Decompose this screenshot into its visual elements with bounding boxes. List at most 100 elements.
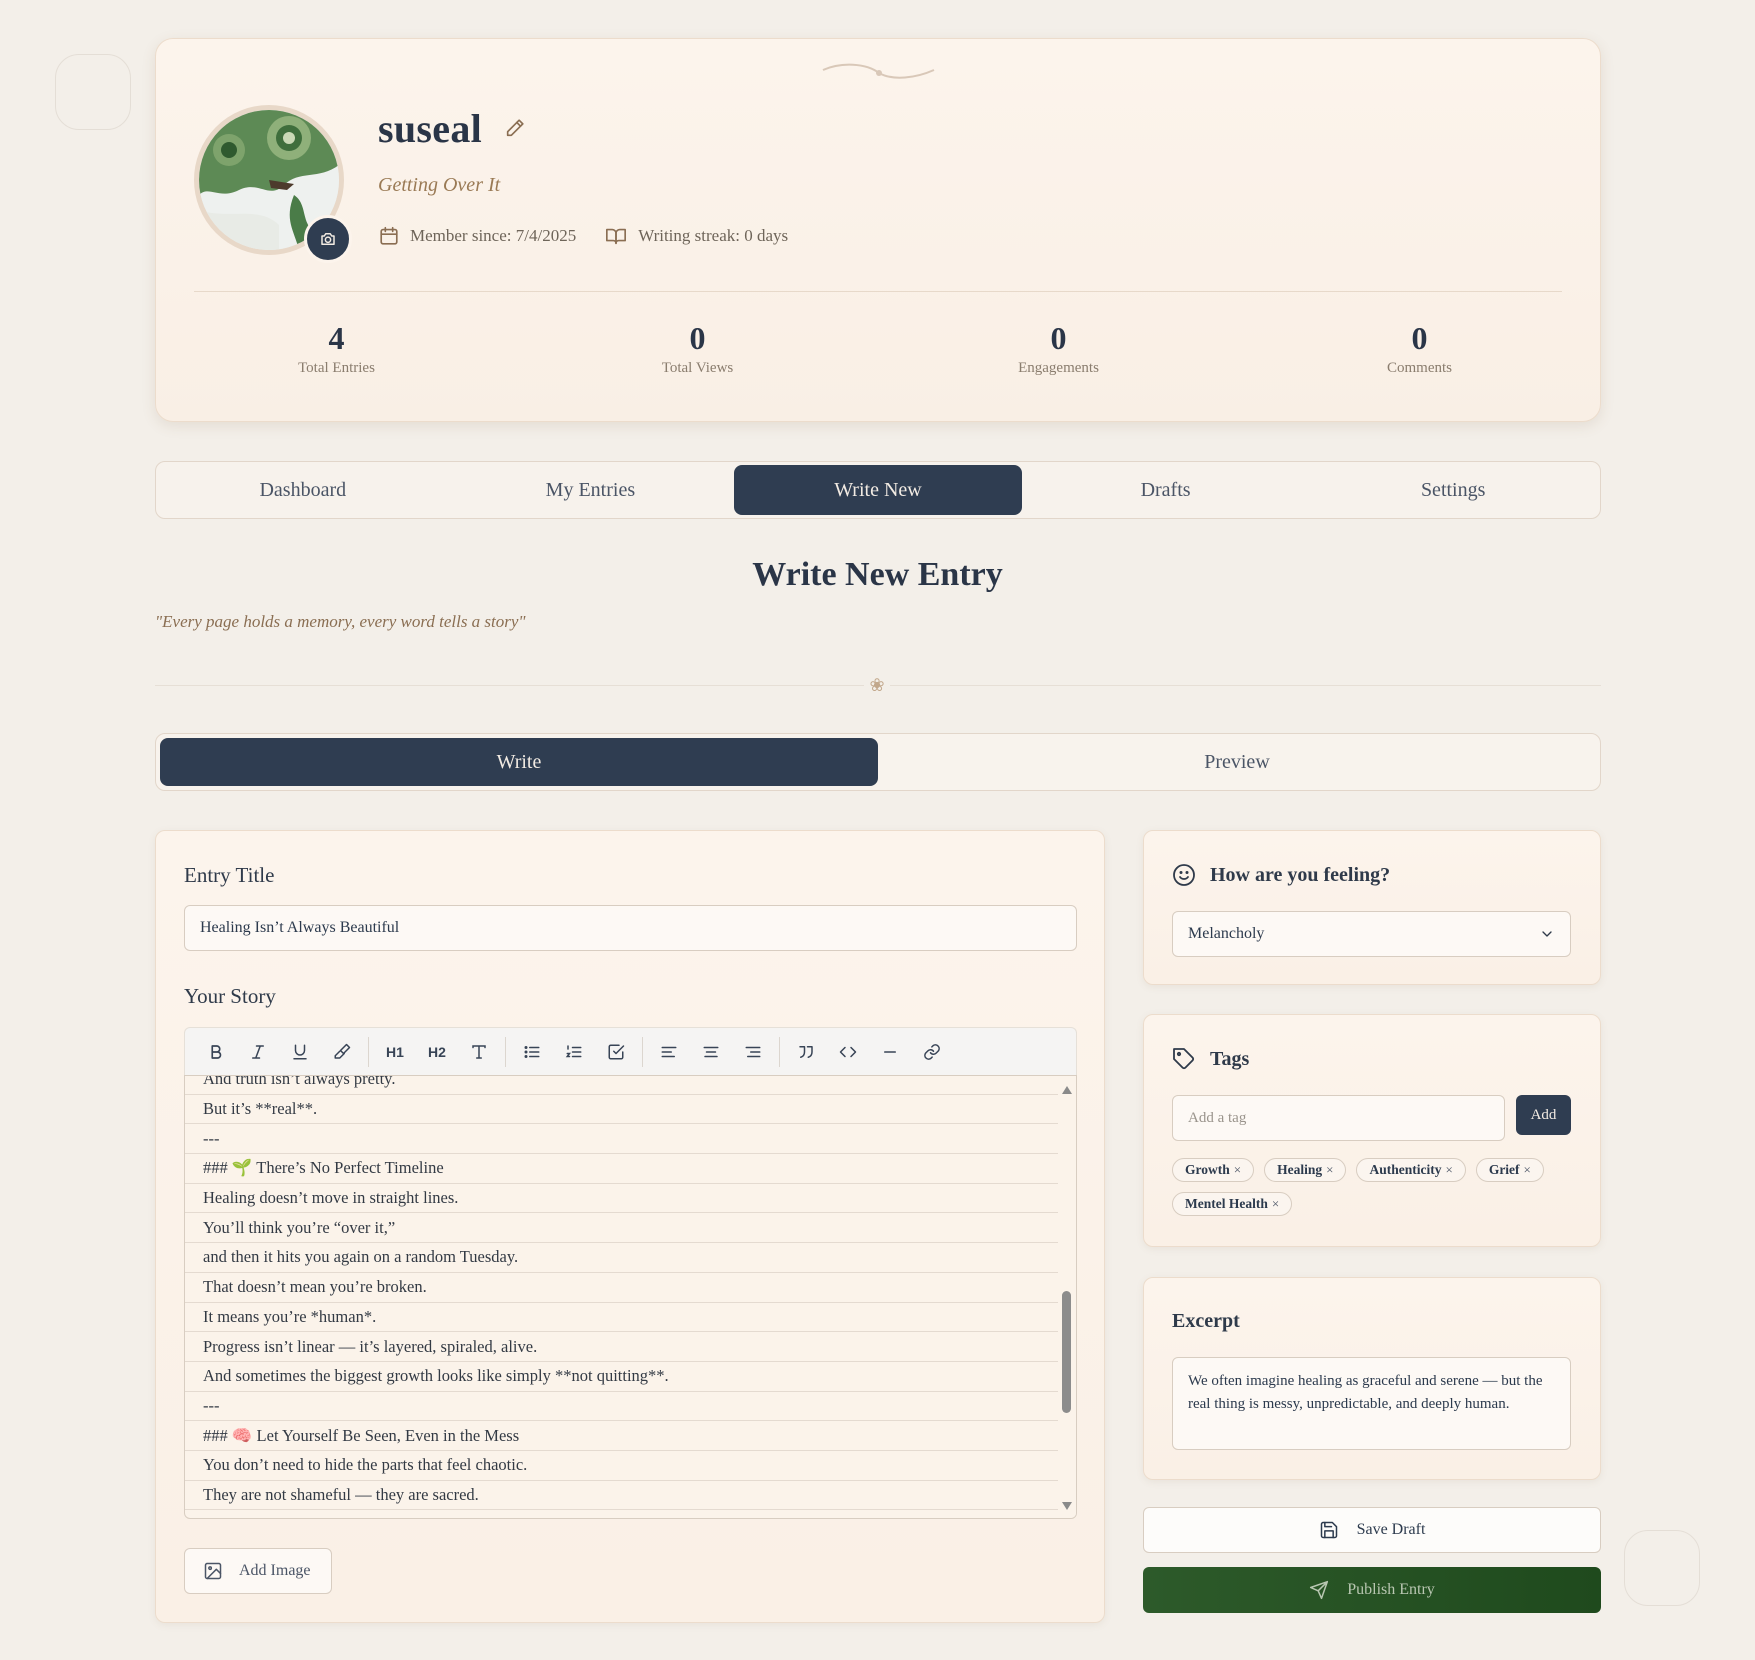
- publish-entry-button[interactable]: Publish Entry: [1143, 1567, 1601, 1613]
- profile-meta: Member since: 7/4/2025 Writing streak: 0…: [378, 225, 816, 247]
- open-book-icon: [606, 228, 627, 245]
- story-line: and then it hits you again on a random T…: [185, 1243, 1058, 1273]
- calendar-icon: [380, 226, 398, 245]
- checkbox-icon: [608, 1044, 625, 1059]
- align-center-button[interactable]: [690, 1034, 732, 1070]
- write-mode-button[interactable]: Write: [160, 738, 878, 786]
- stat-value: 4: [328, 320, 345, 356]
- underline-button[interactable]: [279, 1034, 321, 1070]
- pencil-icon: [506, 119, 524, 137]
- checklist-button[interactable]: [595, 1034, 637, 1070]
- story-line: ### 🌱 There’s No Perfect Timeline: [185, 1154, 1058, 1184]
- tab-write-new[interactable]: Write New: [734, 465, 1022, 515]
- remove-tag-icon[interactable]: ×: [1234, 1162, 1241, 1178]
- bold-icon: [211, 1044, 222, 1059]
- code-icon: [839, 1046, 857, 1057]
- mood-select[interactable]: Melancholy: [1172, 911, 1571, 957]
- editor-card: Entry Title Your Story H1 H2: [155, 830, 1105, 1623]
- bullet-list-icon: [524, 1045, 540, 1058]
- tag-chip: Healing ×: [1264, 1158, 1347, 1182]
- save-icon: [1320, 1521, 1337, 1539]
- tab-dashboard[interactable]: Dashboard: [159, 465, 447, 515]
- member-since: Member since: 7/4/2025: [378, 225, 576, 247]
- member-since-text: Member since: 7/4/2025: [410, 226, 577, 245]
- horizontal-rule-button[interactable]: [869, 1034, 911, 1070]
- excerpt-heading: Excerpt: [1172, 1310, 1240, 1332]
- editor-scrollbar[interactable]: [1058, 1076, 1076, 1518]
- quote-icon: [799, 1045, 813, 1058]
- story-line: ### 🧠 Let Yourself Be Seen, Even in the …: [185, 1421, 1058, 1451]
- stat-engagements: 0 Engagements: [878, 320, 1239, 377]
- align-left-button[interactable]: [648, 1034, 690, 1070]
- italic-button[interactable]: [237, 1034, 279, 1070]
- add-tag-button[interactable]: Add: [1516, 1095, 1571, 1135]
- heading-2-button[interactable]: H2: [416, 1034, 458, 1070]
- mode-toggle: Write Preview: [155, 733, 1601, 791]
- preview-mode-button[interactable]: Preview: [878, 738, 1596, 786]
- scroll-down-arrow[interactable]: [1062, 1502, 1072, 1510]
- tag-label: Authenticity: [1369, 1162, 1442, 1177]
- story-line: And sometimes the biggest growth looks l…: [185, 1362, 1058, 1392]
- minus-icon: [884, 1050, 896, 1053]
- remove-tag-icon[interactable]: ×: [1272, 1196, 1279, 1212]
- tags-heading: Tags: [1172, 1047, 1249, 1071]
- text-style-button[interactable]: [458, 1034, 500, 1070]
- smile-icon: [1173, 864, 1195, 886]
- profile-divider: [194, 291, 1562, 292]
- remove-tag-icon[interactable]: ×: [1445, 1162, 1452, 1178]
- align-left-icon: [661, 1046, 677, 1057]
- tag-input[interactable]: [1172, 1095, 1505, 1141]
- remove-tag-icon[interactable]: ×: [1326, 1162, 1333, 1178]
- tag-label: Growth: [1185, 1162, 1230, 1177]
- swirl-ornament: [822, 63, 935, 79]
- story-content: And truth isn’t always pretty. But it’s …: [185, 1076, 1058, 1511]
- scroll-up-arrow[interactable]: [1062, 1086, 1072, 1094]
- tab-drafts[interactable]: Drafts: [1022, 465, 1310, 515]
- page-quote: "Every page holds a memory, every word t…: [155, 612, 526, 631]
- excerpt-textarea[interactable]: We often imagine healing as graceful and…: [1172, 1357, 1571, 1450]
- link-button[interactable]: [911, 1034, 953, 1070]
- profile-subtitle: Getting Over It: [378, 174, 501, 196]
- remove-tag-icon[interactable]: ×: [1524, 1162, 1531, 1178]
- chevron-down-icon: [1542, 931, 1552, 937]
- stat-total-entries: 4 Total Entries: [156, 320, 517, 377]
- tags-card: Tags Add Growth× Healing× Authenticity× …: [1143, 1014, 1601, 1247]
- highlight-button[interactable]: [321, 1034, 363, 1070]
- story-textarea[interactable]: And truth isn’t always pretty. But it’s …: [184, 1075, 1077, 1519]
- quote-button[interactable]: [785, 1034, 827, 1070]
- toolbar-separator: [505, 1036, 506, 1067]
- entry-title-input[interactable]: [184, 905, 1077, 951]
- camera-icon: [321, 233, 335, 245]
- story-line: ---: [185, 1124, 1058, 1155]
- edit-profile-button[interactable]: [504, 117, 526, 144]
- stat-total-views: 0 Total Views: [517, 320, 878, 377]
- tab-settings[interactable]: Settings: [1309, 465, 1597, 515]
- story-line: They are not shameful — they are sacred.: [185, 1481, 1058, 1511]
- story-line: But it’s **real**.: [185, 1095, 1058, 1125]
- add-image-button[interactable]: Add Image: [184, 1548, 332, 1594]
- heading-1-button[interactable]: H1: [374, 1034, 416, 1070]
- tag-chip: Grief ×: [1475, 1158, 1544, 1182]
- highlighter-icon: [334, 1043, 351, 1059]
- story-line: That doesn’t mean you’re broken.: [185, 1273, 1058, 1303]
- stat-label: Total Views: [661, 360, 734, 377]
- numbered-list-button[interactable]: [553, 1034, 595, 1070]
- writing-streak-text: Writing streak: 0 days: [638, 226, 789, 245]
- story-line: You don’t need to hide the parts that fe…: [185, 1451, 1058, 1481]
- tab-my-entries[interactable]: My Entries: [447, 465, 735, 515]
- tag-chip: Mentel Health ×: [1172, 1192, 1293, 1216]
- code-button[interactable]: [827, 1034, 869, 1070]
- scroll-thumb[interactable]: [1062, 1291, 1071, 1413]
- save-draft-button[interactable]: Save Draft: [1143, 1507, 1601, 1553]
- add-image-label: Add Image: [239, 1562, 311, 1579]
- change-avatar-button[interactable]: [304, 215, 352, 263]
- bold-button[interactable]: [195, 1034, 237, 1070]
- send-icon: [1310, 1580, 1329, 1600]
- align-right-button[interactable]: [732, 1034, 774, 1070]
- story-line: Progress isn’t linear — it’s layered, sp…: [185, 1332, 1058, 1362]
- numbered-list-icon: [565, 1044, 582, 1057]
- stat-value: 0: [689, 320, 706, 356]
- stat-value: 0: [1411, 320, 1428, 356]
- bullet-list-button[interactable]: [511, 1034, 553, 1070]
- toolbar-separator: [642, 1036, 643, 1067]
